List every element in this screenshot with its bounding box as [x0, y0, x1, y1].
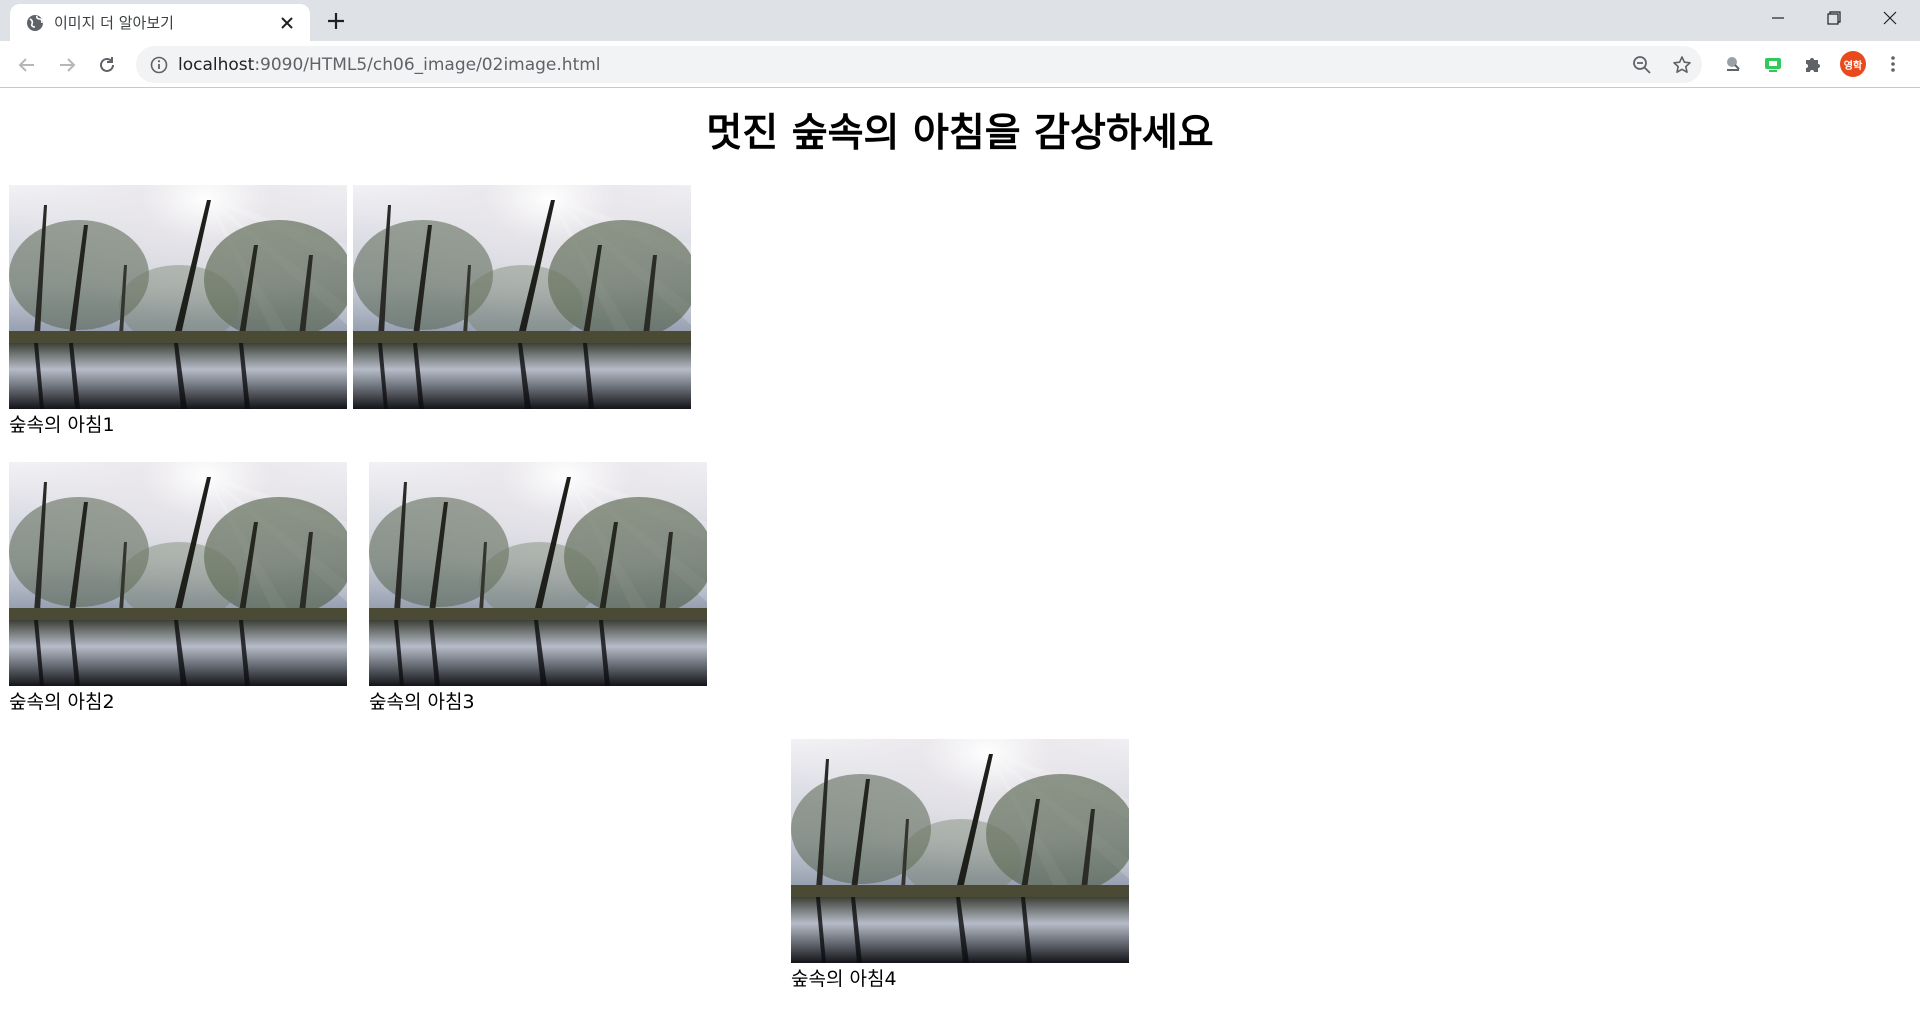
forest-image-2: [353, 185, 691, 409]
tab-strip: 이미지 더 알아보기: [0, 0, 1920, 41]
page-title: 멋진 숲속의 아침을 감상하세요: [706, 111, 1214, 156]
restore-icon[interactable]: [1806, 0, 1862, 36]
extension-icon[interactable]: [1760, 51, 1786, 77]
forest-figure-2: 숲속의 아침2: [9, 462, 347, 716]
zoom-out-icon[interactable]: [1631, 54, 1653, 76]
image-caption: 숲속의 아침4: [791, 968, 897, 990]
url-text[interactable]: localhost:9090/HTML5/ch06_image/02image.…: [178, 53, 601, 77]
forest-image: [353, 185, 691, 409]
url-host: localhost: [178, 55, 255, 75]
window-close-icon[interactable]: [1862, 0, 1918, 36]
forest-figure-4: 숲속의 아침4: [791, 739, 1129, 993]
forward-arrow-icon[interactable]: [53, 51, 81, 79]
back-arrow-icon[interactable]: [13, 51, 41, 79]
puzzle-icon[interactable]: [1800, 51, 1826, 77]
browser-tab[interactable]: 이미지 더 알아보기: [10, 4, 310, 41]
minimize-icon[interactable]: [1750, 0, 1806, 36]
image-caption: 숲속의 아침1: [9, 414, 115, 436]
image-caption: 숲속의 아침3: [369, 691, 475, 713]
profile-avatar[interactable]: 영학: [1840, 51, 1866, 77]
forest-image: [9, 462, 347, 686]
close-icon[interactable]: [278, 14, 296, 32]
url-path: :9090/HTML5/ch06_image/02image.html: [254, 55, 601, 75]
page-content: 멋진 숲속의 아침을 감상하세요 숲속의 아침1 숲속의 아침2 숲속의 아침3…: [0, 89, 1920, 1030]
forest-figure-3: 숲속의 아침3: [369, 462, 707, 716]
forest-image: [9, 185, 347, 409]
globe-icon: [26, 14, 44, 32]
extension-icon[interactable]: [1720, 51, 1746, 77]
forest-image: [791, 739, 1129, 963]
reload-icon[interactable]: [93, 51, 121, 79]
image-caption: 숲속의 아침2: [9, 691, 115, 713]
info-icon[interactable]: [150, 56, 168, 74]
star-icon[interactable]: [1671, 54, 1693, 76]
forest-figure-1: 숲속의 아침1: [9, 185, 347, 439]
plus-icon[interactable]: [325, 10, 347, 32]
address-bar[interactable]: localhost:9090/HTML5/ch06_image/02image.…: [136, 46, 1702, 83]
more-vert-icon[interactable]: [1880, 51, 1906, 77]
tab-title: 이미지 더 알아보기: [54, 14, 174, 32]
browser-toolbar: localhost:9090/HTML5/ch06_image/02image.…: [0, 41, 1920, 88]
forest-image: [369, 462, 707, 686]
